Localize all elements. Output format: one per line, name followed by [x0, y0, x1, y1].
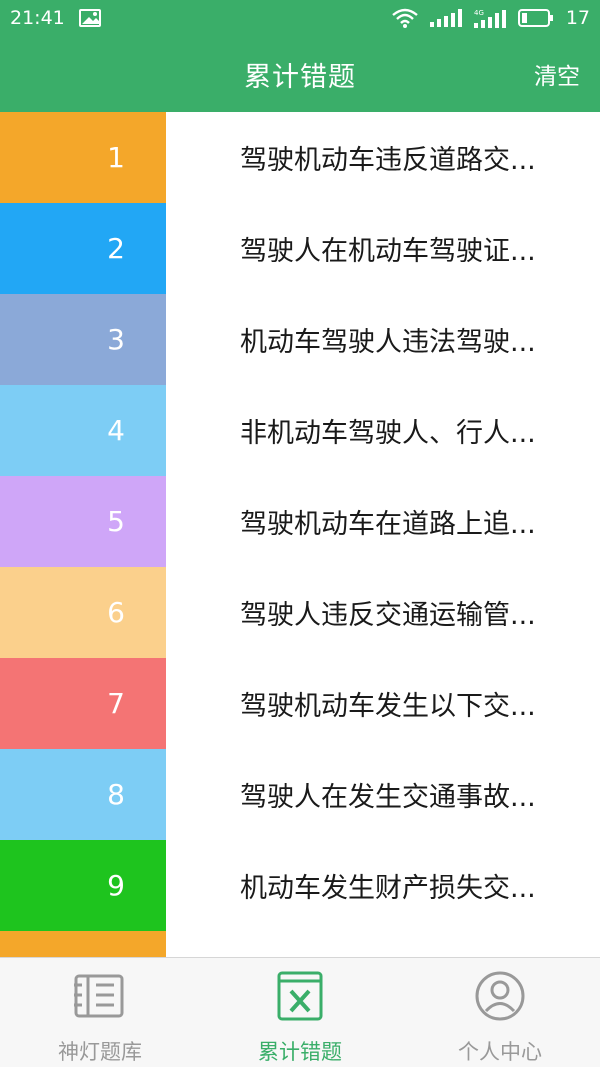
question-text-label: 驾驶人在发生交通事故...: [240, 782, 536, 813]
tab-label: 神灯题库: [58, 1040, 142, 1064]
question-text: 驾驶人在机动车驾驶证...: [166, 203, 600, 294]
question-number: [0, 931, 166, 957]
question-text: 驾驶机动车在道路上追...: [166, 476, 600, 567]
list-item[interactable]: 3 机动车驾驶人违法驾驶...: [0, 294, 600, 385]
wrong-question-list: 1 驾驶机动车违反道路交... 2 驾驶人在机动车驾驶证... 3 机动车驾驶人违法驾驶.…: [0, 112, 600, 957]
tab-question-bank[interactable]: 神灯题库: [0, 958, 200, 1067]
battery-icon: [517, 9, 554, 27]
question-number: 7: [0, 658, 166, 749]
signal-icon: [429, 9, 462, 27]
clear-button[interactable]: 清空: [534, 36, 580, 112]
tab-label: 个人中心: [458, 1040, 542, 1064]
question-number: 5: [0, 476, 166, 567]
list-item[interactable]: 8 驾驶人在发生交通事故...: [0, 749, 600, 840]
svg-text:4G: 4G: [474, 9, 484, 17]
list-item[interactable]: 9 机动车发生财产损失交...: [0, 840, 600, 931]
question-text-label: 机动车发生财产损失交...: [240, 873, 536, 904]
question-text-label: 驾驶机动车违反道路交...: [240, 145, 536, 176]
question-number: 9: [0, 840, 166, 931]
list-item[interactable]: 5 驾驶机动车在道路上追...: [0, 476, 600, 567]
question-text: 机动车驾驶人违法驾驶...: [166, 294, 600, 385]
question-text-label: 驾驶人违反交通运输管...: [240, 600, 536, 631]
page-title: 累计错题: [244, 61, 356, 93]
question-number: 4: [0, 385, 166, 476]
question-text-label: 非机动车驾驶人、行人...: [240, 418, 536, 449]
question-text: [166, 931, 600, 957]
question-number: 1: [0, 112, 166, 203]
question-number: 6: [0, 567, 166, 658]
question-number: 3: [0, 294, 166, 385]
bottom-tab-bar: 神灯题库 累计错题 个人中心: [0, 957, 600, 1067]
image-notification-icon: [78, 9, 101, 27]
app-header: 累计错题 清空: [0, 36, 600, 112]
tab-profile[interactable]: 个人中心: [400, 958, 600, 1067]
battery-level: 17: [565, 7, 590, 29]
signal-4g-icon: 4G: [473, 8, 506, 28]
question-text: 驾驶机动车违反道路交...: [166, 112, 600, 203]
list-item[interactable]: 4 非机动车驾驶人、行人...: [0, 385, 600, 476]
question-text: 机动车发生财产损失交...: [166, 840, 600, 931]
question-text: 驾驶机动车发生以下交...: [166, 658, 600, 749]
status-time: 21:41: [10, 7, 65, 29]
question-number: 8: [0, 749, 166, 840]
question-text-label: 驾驶机动车在道路上追...: [240, 509, 536, 540]
tab-label: 累计错题: [258, 1040, 342, 1064]
user-icon: [474, 970, 526, 1022]
wrong-list-icon: [274, 970, 326, 1022]
question-text-label: 机动车驾驶人违法驾驶...: [240, 327, 536, 358]
list-item[interactable]: 7 驾驶机动车发生以下交...: [0, 658, 600, 749]
wifi-icon: [392, 8, 418, 28]
question-text: 驾驶人违反交通运输管...: [166, 567, 600, 658]
status-bar: 21:41 4G 17: [0, 0, 600, 36]
book-icon: [74, 970, 126, 1022]
question-text: 非机动车驾驶人、行人...: [166, 385, 600, 476]
question-text-label: 驾驶人在机动车驾驶证...: [240, 236, 536, 267]
list-item[interactable]: [0, 931, 600, 957]
question-text-label: 驾驶机动车发生以下交...: [240, 691, 536, 722]
list-item[interactable]: 1 驾驶机动车违反道路交...: [0, 112, 600, 203]
list-item[interactable]: 2 驾驶人在机动车驾驶证...: [0, 203, 600, 294]
tab-wrong-questions[interactable]: 累计错题: [200, 958, 400, 1067]
question-text: 驾驶人在发生交通事故...: [166, 749, 600, 840]
question-number: 2: [0, 203, 166, 294]
list-item[interactable]: 6 驾驶人违反交通运输管...: [0, 567, 600, 658]
